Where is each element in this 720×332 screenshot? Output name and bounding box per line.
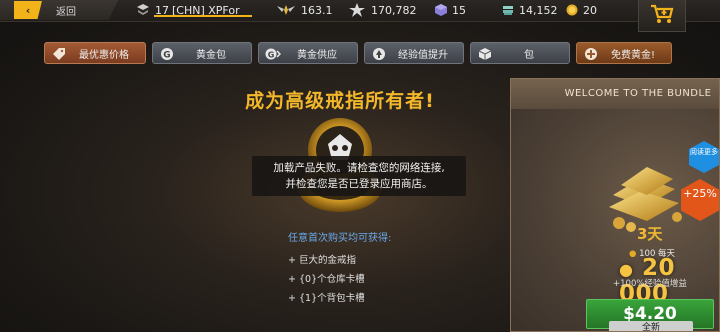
svg-text:G: G (163, 51, 170, 61)
error-line-1: 加载产品失败。请检查您的网络连接, (273, 162, 445, 174)
rating-value: 170,782 (371, 3, 417, 17)
gold-coin-icon (566, 4, 578, 16)
free-gold-icon (583, 46, 599, 62)
bonus-percent: +25% (683, 187, 717, 200)
load-error-message: 加载产品失败。请检查您的网络连接, 并检查您是否已登录应用商店。 (252, 156, 466, 196)
benefit-item: + {0}个仓库卡槽 (288, 274, 365, 285)
tickets-stat: 15 (435, 2, 466, 18)
gold-supply-icon: G (265, 46, 281, 62)
bundle-body: 阅读更多 +25% 3天 ● 100 每天 ● 20 000 +100%经验值增… (511, 109, 719, 331)
tab-xp-boost[interactable]: 经验值提升 (364, 42, 464, 64)
tab-gold-pack[interactable]: G 黄金包 (152, 42, 252, 64)
rating-stat: 170,782 (348, 2, 417, 18)
rank-value: 163.1 (301, 3, 333, 17)
silver-stack-icon (502, 4, 514, 16)
bundle-xp-bonus: +100%经验值增益 (613, 279, 687, 289)
back-arrow-icon: ‹ (14, 1, 42, 19)
xp-boost-icon (371, 46, 387, 62)
bundle-days: 3天 (637, 225, 663, 243)
error-line-2: 并检查您是否已登录应用商店。 (285, 178, 433, 190)
svg-text:G: G (268, 51, 275, 60)
back-label: 返回 (56, 6, 76, 18)
tab-best-price[interactable]: 最优惠价格 (44, 42, 146, 64)
rank-wings-icon (276, 3, 296, 17)
top-bar: ‹ 返回 17 [CHN] XPFor 163.1 170,782 15 14,… (0, 0, 720, 32)
benefit-title: 任意首次购买均可获得: (288, 233, 392, 244)
tab-package[interactable]: 包 (470, 42, 570, 64)
gold-value: 20 (583, 3, 597, 17)
player-rank-icon (136, 4, 150, 16)
tab-free-gold[interactable]: 免费黄金! (576, 42, 672, 64)
silver-value: 14,152 (519, 3, 558, 17)
sale-tag-icon (51, 46, 67, 62)
bundle-header: WELCOME TO THE BUNDLE (511, 79, 719, 109)
benefit-item: + {1}个背包卡槽 (288, 293, 365, 304)
offer-headline: 成为高级戒指所有者! (245, 90, 435, 112)
read-more-badge[interactable]: 阅读更多 (689, 141, 719, 173)
gold-coin-g-icon: G (159, 46, 175, 62)
benefit-item: + 巨大的金戒指 (288, 255, 356, 266)
rank-stat: 163.1 (276, 2, 333, 18)
rating-star-icon (348, 3, 366, 17)
tab-gold-supply[interactable]: G 黄金供应 (258, 42, 358, 64)
new-label: 全新 (609, 321, 693, 331)
benefit-list: + 巨大的金戒指 + {0}个仓库卡槽 + {1}个背包卡槽 (288, 252, 365, 309)
ticket-cube-icon (435, 4, 447, 16)
shop-cart-button[interactable] (638, 0, 686, 32)
gold-stat: 20 (566, 2, 597, 18)
back-button[interactable]: ‹ 返回 (0, 0, 118, 20)
shopping-cart-icon (649, 3, 675, 29)
package-box-icon (477, 46, 493, 62)
player-progress-bar (154, 15, 252, 17)
tickets-value: 15 (452, 3, 466, 17)
silver-stat: 14,152 (502, 2, 558, 18)
bundle-card[interactable]: WELCOME TO THE BUNDLE 阅读更多 +25% 3天 ● 100… (510, 78, 720, 332)
read-more-label: 阅读更多 (690, 148, 718, 156)
